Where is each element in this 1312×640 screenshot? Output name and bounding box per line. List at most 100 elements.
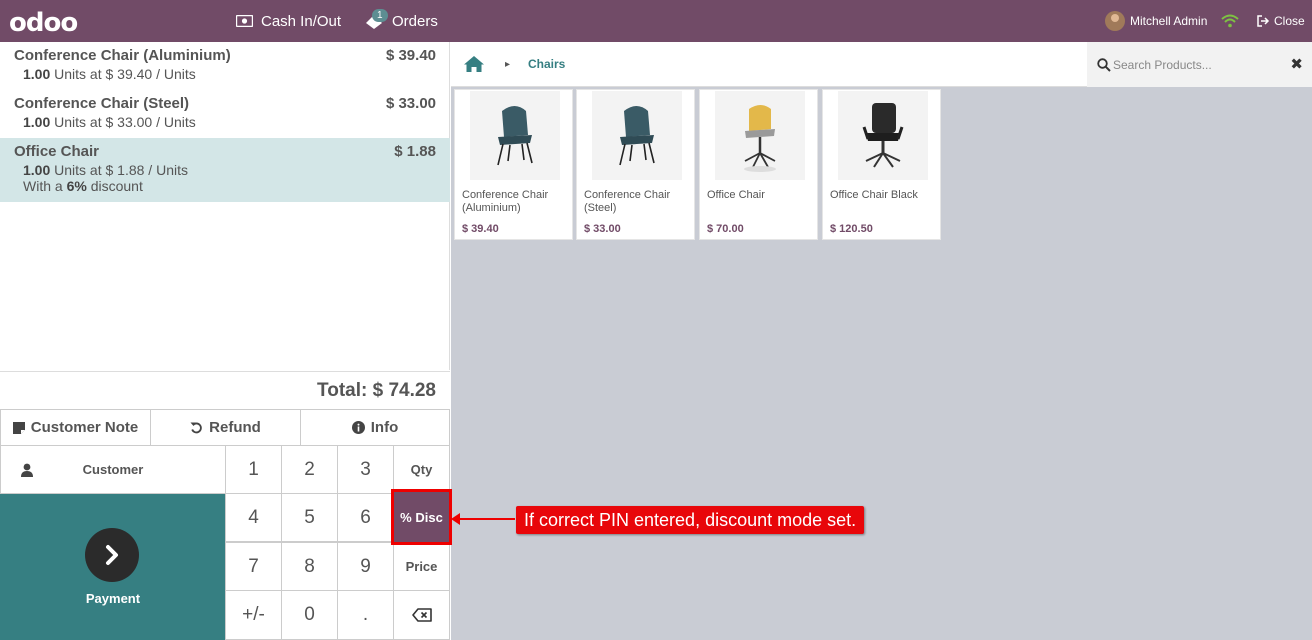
line-unit-info: Units at $ 39.40 / Units (54, 66, 196, 82)
orders-label: Orders (392, 12, 438, 30)
line-unit-info: Units at $ 1.88 / Units (54, 162, 188, 178)
product-card[interactable]: Office Chair $ 70.00 (699, 89, 818, 240)
search-icon (1097, 58, 1111, 72)
refund-button[interactable]: Refund (150, 409, 301, 446)
refund-label: Refund (209, 419, 261, 436)
line-qty: 1.00 (23, 114, 51, 130)
discount-suffix: discount (90, 178, 143, 194)
caret-right-icon: ▸ (505, 59, 511, 70)
info-circle-icon (351, 421, 365, 434)
order-line[interactable]: Conference Chair (Aluminium) $ 39.40 1.0… (0, 42, 450, 87)
order-total-row: Total: $ 74.28 (0, 371, 450, 409)
numpad-key-0[interactable]: 0 (281, 590, 338, 640)
customer-note-button[interactable]: Customer Note (0, 409, 151, 446)
info-button[interactable]: Info (300, 409, 450, 446)
numpad-key-1[interactable]: 1 (225, 445, 282, 494)
top-bar: odoo Cash In/Out 1 Orders Mitchell Admin… (0, 0, 1312, 42)
annotation-arrow (451, 513, 515, 525)
user-icon (21, 463, 33, 477)
line-info: 1.00 Units at $ 33.00 / Units (14, 114, 436, 130)
price-mode-button[interactable]: Price (393, 542, 450, 591)
undo-icon (190, 422, 202, 434)
clear-search-icon[interactable]: ✖ (1290, 55, 1303, 73)
product-image (470, 91, 560, 180)
payment-label: Payment (85, 591, 141, 606)
product-card[interactable]: Office Chair Black $ 120.50 (822, 89, 941, 240)
discount-value: 6% (66, 178, 87, 194)
close-label: Close (1274, 14, 1305, 28)
product-price: $ 120.50 (830, 223, 873, 235)
line-unit-info: Units at $ 33.00 / Units (54, 114, 196, 130)
chevron-right-icon (85, 528, 139, 582)
line-product-name: Conference Chair (Aluminium) (14, 47, 231, 64)
search-input[interactable] (1113, 55, 1273, 75)
wifi-status[interactable] (1221, 0, 1247, 42)
customer-button[interactable]: Customer (0, 445, 226, 494)
product-name: Office Chair Black (830, 189, 918, 201)
discount-prefix: With a (23, 178, 63, 194)
qty-mode-button[interactable]: Qty (393, 445, 450, 494)
order-total: Total: $ 74.28 (317, 380, 436, 401)
numpad-key-9[interactable]: 9 (337, 542, 394, 591)
user-name: Mitchell Admin (1130, 14, 1208, 28)
line-price: $ 39.40 (385, 47, 436, 64)
cash-in-out-button[interactable]: Cash In/Out (236, 0, 341, 42)
cash-in-out-label: Cash In/Out (261, 12, 342, 30)
line-price: $ 1.88 (394, 143, 436, 160)
line-price: $ 33.00 (385, 95, 436, 112)
home-icon[interactable] (463, 55, 485, 73)
line-product-name: Conference Chair (Steel) (14, 95, 190, 112)
sticky-note-icon (12, 421, 25, 434)
wifi-icon (1221, 14, 1239, 28)
product-card[interactable]: Conference Chair (Steel) $ 33.00 (576, 89, 695, 240)
avatar (1105, 11, 1125, 31)
payment-button[interactable]: Payment (0, 494, 226, 640)
product-price: $ 33.00 (584, 223, 621, 235)
numpad-key-5[interactable]: 5 (281, 493, 338, 542)
money-icon (236, 15, 253, 27)
backspace-icon (411, 608, 432, 622)
product-name: Office Chair (707, 189, 765, 201)
customer-label: Customer (82, 462, 144, 477)
line-qty: 1.00 (23, 66, 51, 82)
customer-note-label: Customer Note (30, 419, 139, 436)
line-product-name: Office Chair (14, 143, 100, 160)
product-image (592, 91, 682, 180)
numpad-key-plus-minus[interactable]: +/- (225, 590, 282, 640)
line-qty: 1.00 (23, 162, 51, 178)
line-info: 1.00 Units at $ 39.40 / Units (14, 66, 436, 82)
numpad-key-6[interactable]: 6 (337, 493, 394, 542)
orders-button[interactable]: 1 Orders (364, 0, 438, 42)
user-menu[interactable]: Mitchell Admin (1105, 0, 1207, 42)
numpad-key-7[interactable]: 7 (225, 542, 282, 591)
numpad-key-2[interactable]: 2 (281, 445, 338, 494)
numpad-key-4[interactable]: 4 (225, 493, 282, 542)
product-price: $ 70.00 (707, 223, 744, 235)
numpad-key-dot[interactable]: . (337, 590, 394, 640)
product-screen: ▸ Chairs ✖ Conference Chair (Aluminium) … (451, 42, 1312, 640)
order-lines: Conference Chair (Aluminium) $ 39.40 1.0… (0, 42, 450, 370)
close-button[interactable]: Close (1257, 0, 1305, 42)
numpad-key-3[interactable]: 3 (337, 445, 394, 494)
product-image (715, 91, 805, 180)
discount-mode-button[interactable]: % Disc (391, 489, 452, 545)
order-line-selected[interactable]: Office Chair $ 1.88 1.00 Units at $ 1.88… (0, 138, 450, 202)
product-search: ✖ (1087, 42, 1312, 87)
breadcrumb-category[interactable]: Chairs (528, 57, 565, 71)
info-label: Info (370, 419, 399, 436)
sign-out-icon (1257, 15, 1270, 27)
orders-count-badge: 1 (372, 9, 388, 22)
product-image (838, 91, 928, 180)
numpad-key-8[interactable]: 8 (281, 542, 338, 591)
category-breadcrumb-bar: ▸ Chairs ✖ (451, 42, 1312, 87)
line-info: 1.00 Units at $ 1.88 / Units (14, 162, 436, 178)
product-name: Conference Chair (Aluminium) (462, 189, 549, 214)
backspace-button[interactable] (393, 590, 450, 640)
product-card[interactable]: Conference Chair (Aluminium) $ 39.40 (454, 89, 573, 240)
line-discount-info: With a 6% discount (14, 178, 436, 194)
odoo-logo: odoo (9, 8, 78, 38)
product-name: Conference Chair (Steel) (584, 189, 671, 214)
order-line[interactable]: Conference Chair (Steel) $ 33.00 1.00 Un… (0, 90, 450, 135)
annotation-callout: If correct PIN entered, discount mode se… (516, 506, 865, 534)
product-price: $ 39.40 (462, 223, 499, 235)
